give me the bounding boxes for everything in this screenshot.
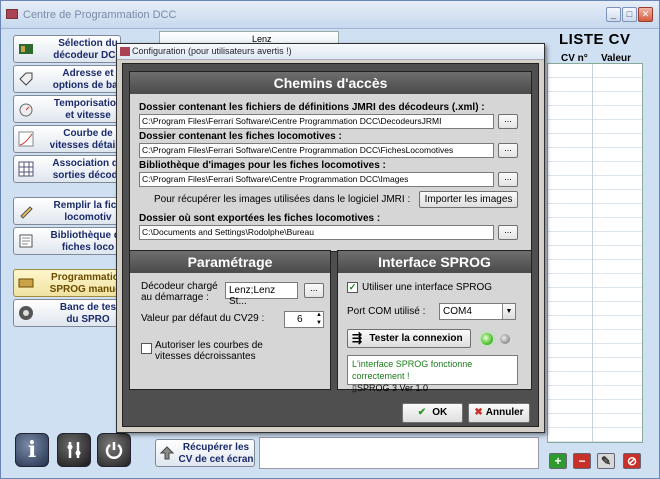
sprog-status-line2: ▯SPROG 3 Ver 1.0 bbox=[352, 383, 428, 393]
sidebar-item-decoder-selection[interactable]: Sélection du décodeur DCC bbox=[13, 35, 123, 63]
startup-decoder-label: Décodeur chargé au démarrage : bbox=[141, 281, 218, 303]
cv29-spinner[interactable]: 6 ▲ ▼ bbox=[284, 311, 324, 328]
sidebar-item-outputs[interactable]: Association de sorties décode bbox=[13, 155, 124, 183]
com-port-select[interactable]: COM4 ▼ bbox=[439, 303, 516, 320]
dialog-title: Configuration (pour utilisateurs avertis… bbox=[132, 46, 292, 56]
edit-cv-button[interactable]: ✎ bbox=[597, 453, 615, 469]
decreasing-curves-checkbox[interactable] bbox=[141, 343, 152, 354]
settings-button[interactable] bbox=[57, 433, 91, 467]
sidebar-item-address[interactable]: Adresse et options de bas bbox=[13, 65, 123, 93]
arrow-up-icon bbox=[160, 446, 174, 460]
cv-list-title: LISTE CV bbox=[559, 31, 631, 48]
paths-panel: Chemins d'accès Dossier contenant les fi… bbox=[129, 71, 532, 252]
connection-ok-led-icon bbox=[481, 333, 493, 345]
import-hint: Pour récupérer les images utilisées dans… bbox=[154, 194, 411, 205]
com-port-value: COM4 bbox=[443, 306, 472, 317]
grid-icon bbox=[18, 161, 34, 177]
tag-icon bbox=[19, 72, 33, 86]
chevron-down-icon: ▼ bbox=[502, 304, 515, 319]
cancel-label: Annuler bbox=[485, 407, 524, 418]
usb-icon: ⇶ bbox=[352, 331, 363, 345]
minus-icon: − bbox=[578, 454, 586, 468]
plus-icon: + bbox=[554, 454, 562, 468]
test-connection-button[interactable]: ⇶ Tester la connexion bbox=[347, 329, 471, 348]
test-connection-label: Tester la connexion bbox=[369, 333, 463, 344]
jmri-browse-button[interactable]: ... bbox=[498, 114, 518, 129]
power-button[interactable] bbox=[97, 433, 131, 467]
cv29-label: Valeur par défaut du CV29 : bbox=[141, 313, 265, 324]
info-button[interactable]: i bbox=[15, 433, 49, 467]
sprog-panel: Interface SPROG ✓ Utiliser une interface… bbox=[337, 250, 532, 393]
main-title-bar: Centre de Programmation DCC _ □ ✕ bbox=[1, 1, 659, 29]
use-sprog-label: Utiliser une interface SPROG bbox=[362, 282, 493, 293]
retrieve-output-box bbox=[259, 437, 539, 469]
maximize-button[interactable]: □ bbox=[622, 7, 637, 22]
retrieve-cv-button[interactable]: Récupérer les CV de cet écran bbox=[155, 439, 255, 467]
clear-cv-button[interactable]: ⊘ bbox=[623, 453, 641, 469]
sprog-status-box: L'interface SPROG fonctionne correctemen… bbox=[347, 355, 518, 393]
curve-chart-icon bbox=[18, 131, 34, 147]
tools-icon bbox=[67, 442, 81, 458]
loco-browse-button[interactable]: ... bbox=[498, 143, 518, 158]
sprog-status-line1: L'interface SPROG fonctionne correctemen… bbox=[352, 359, 473, 381]
loco-folder-label: Dossier contenant les fiches locomotives… bbox=[139, 131, 342, 142]
cancel-icon: ✖ bbox=[474, 407, 483, 418]
jmri-folder-input[interactable]: C:\Program Files\Ferrari Software\Centre… bbox=[139, 114, 494, 129]
cv-table[interactable] bbox=[547, 63, 643, 443]
info-icon: i bbox=[27, 437, 37, 463]
jmri-folder-label: Dossier contenant les fichiers de défini… bbox=[139, 102, 485, 113]
power-icon bbox=[105, 442, 123, 459]
config-dialog: Configuration (pour utilisateurs avertis… bbox=[116, 43, 545, 433]
export-browse-button[interactable]: ... bbox=[498, 225, 518, 240]
sprog-device-icon bbox=[18, 278, 34, 288]
cv29-value: 6 bbox=[297, 314, 303, 325]
export-folder-input[interactable]: C:\Documents and Settings\Rodolphe\Burea… bbox=[139, 225, 494, 240]
export-folder-label: Dossier où sont exportées les fiches loc… bbox=[139, 213, 381, 224]
settings-heading: Paramétrage bbox=[130, 251, 330, 273]
use-sprog-checkbox[interactable]: ✓ bbox=[347, 282, 358, 293]
remove-cv-button[interactable]: − bbox=[573, 453, 591, 469]
sidebar-item-timing[interactable]: Temporisation et vitesse bbox=[13, 95, 122, 123]
loco-folder-input[interactable]: C:\Program Files\Ferrari Software\Centre… bbox=[139, 143, 494, 158]
minimize-button[interactable]: _ bbox=[606, 7, 621, 22]
cancel-button[interactable]: ✖ Annuler bbox=[468, 403, 530, 423]
sidebar-item-fill-sheet[interactable]: Remplir la fich locomotiv bbox=[13, 197, 122, 225]
images-folder-label: Bibliothèque d'images pour les fiches lo… bbox=[139, 160, 386, 171]
book-icon bbox=[19, 234, 33, 248]
sidebar-item-library[interactable]: Bibliothèque de fiches loco bbox=[13, 227, 126, 255]
images-folder-input[interactable]: C:\Program Files\Ferrari Software\Centre… bbox=[139, 172, 494, 187]
settings-panel: Paramétrage Décodeur chargé au démarrage … bbox=[129, 250, 331, 390]
com-port-label: Port COM utilisé : bbox=[347, 306, 426, 317]
ok-label: OK bbox=[432, 407, 448, 418]
paths-heading: Chemins d'accès bbox=[130, 72, 531, 94]
dialog-title-bar: Configuration (pour utilisateurs avertis… bbox=[117, 44, 544, 60]
spin-down-icon[interactable]: ▼ bbox=[316, 320, 322, 326]
import-images-button[interactable]: Importer les images bbox=[419, 191, 518, 208]
dialog-app-icon bbox=[120, 47, 130, 56]
ok-button[interactable]: ✔ OK bbox=[402, 403, 463, 423]
spin-up-icon[interactable]: ▲ bbox=[316, 312, 322, 318]
chip-icon bbox=[19, 44, 33, 54]
sidebar-item-sprog-manual[interactable]: Programmation SPROG manuell bbox=[13, 269, 126, 297]
connection-fail-led-icon bbox=[500, 334, 510, 344]
add-cv-button[interactable]: + bbox=[549, 453, 567, 469]
pencil-icon bbox=[20, 206, 33, 219]
no-entry-icon: ⊘ bbox=[626, 454, 638, 468]
check-icon: ✔ bbox=[417, 407, 427, 418]
sprog-heading: Interface SPROG bbox=[338, 251, 531, 273]
close-button[interactable]: ✕ bbox=[638, 7, 653, 22]
sidebar-item-speed-curve[interactable]: Courbe de vitesses détaillé bbox=[13, 125, 126, 153]
retrieve-cv-label: Récupérer les CV de cet écran bbox=[178, 442, 254, 465]
startup-decoder-browse-button[interactable]: ... bbox=[304, 283, 324, 298]
decreasing-curves-label: Autoriser les courbes de vitesses décrois… bbox=[155, 340, 263, 362]
sidebar-item-test-bench[interactable]: Banc de tes du SPRO bbox=[13, 299, 121, 327]
main-window-title: Centre de Programmation DCC bbox=[23, 9, 177, 21]
images-browse-button[interactable]: ... bbox=[498, 172, 518, 187]
app-icon bbox=[6, 9, 18, 19]
gauge-icon bbox=[19, 103, 33, 117]
startup-decoder-field[interactable]: Lenz;Lenz St... bbox=[225, 282, 298, 307]
disc-icon bbox=[19, 306, 33, 320]
edit-icon: ✎ bbox=[600, 454, 612, 468]
dialog-body: Chemins d'accès Dossier contenant les fi… bbox=[122, 63, 539, 427]
